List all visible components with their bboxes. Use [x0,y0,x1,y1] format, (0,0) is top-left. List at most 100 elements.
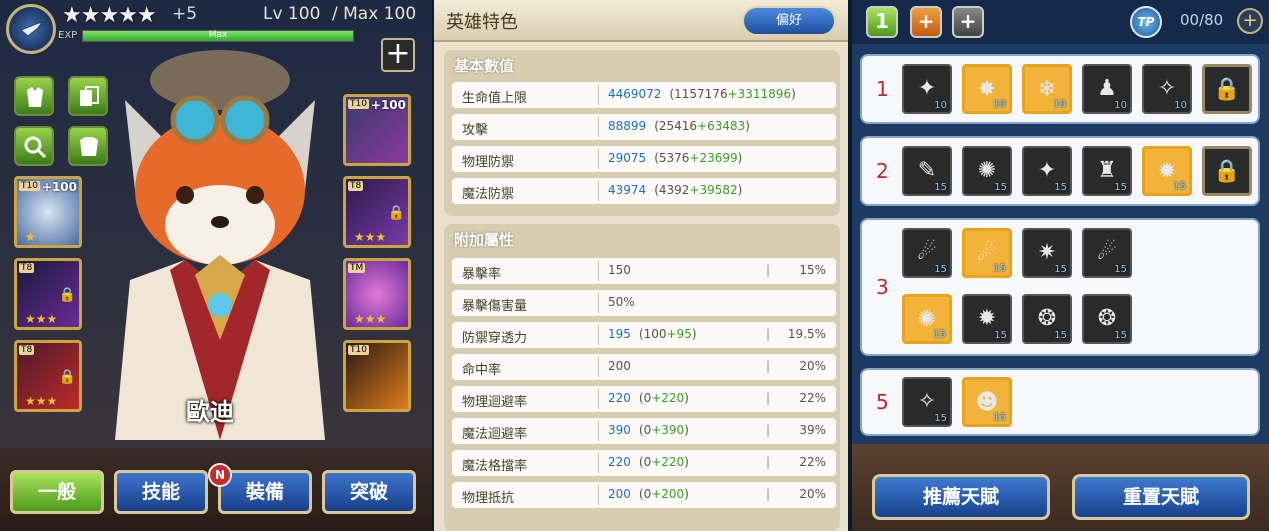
stat-value: 50% [608,295,643,309]
tp-icon: TP [1130,6,1162,38]
skill-level: 15 [993,412,1006,423]
talent-skill[interactable]: ❂ 15 [1022,294,1072,344]
talent-skill[interactable]: ✦ 10 [902,64,952,114]
equipment-tier: T8 [348,181,364,191]
lock-icon: 🔒 [1213,159,1241,184]
hero-stars-bonus: +5 [172,4,198,24]
tab-breakthrough[interactable]: 突破 [322,470,416,514]
tab-skills[interactable]: 技能 [114,470,208,514]
talent-skill[interactable]: ☄ 15 [1082,228,1132,278]
tp-add-button[interactable]: + [1237,8,1263,34]
skill-level: 15 [934,413,947,424]
exp-bar-text: Max [208,30,228,40]
stat-divider [598,261,599,281]
talent-skill[interactable]: ☄ 15 [962,228,1012,278]
talent-skill[interactable]: ✷ 15 [1022,228,1072,278]
equipment-slot[interactable]: T10 +100 [343,94,411,166]
skill-level: 15 [933,329,946,340]
stat-label: 暴擊傷害量 [462,299,528,314]
skill-level: 15 [1054,264,1067,275]
stat-value: 200 (0+200) [608,487,689,501]
stat-label: 暴擊率 [462,267,502,282]
stat-row: 暴擊傷害量 50% [452,290,836,316]
talent-skill[interactable]: ☻ 15 [962,377,1012,427]
talent-skill[interactable]: ✹ 15 [1142,146,1192,196]
talent-row-number: 3 [876,275,889,299]
basic-stats-section: 基本數值 生命值上限 4469072 (1157176+3311896) 攻擊 8889… [444,50,840,216]
stat-value: 43974 (4392+39582) [608,183,742,197]
add-button[interactable]: + [381,38,415,72]
equipment-slot[interactable]: T10 +100 ★ [14,176,82,248]
equipment-slot[interactable]: T8 🔒 ★★★ [14,258,82,330]
reset-talent-button[interactable]: 重置天賦 [1072,474,1250,520]
talent-skill[interactable]: ✧ 10 [1142,64,1192,114]
stat-separator: | [766,487,771,501]
add-slot-button[interactable]: + [952,6,984,38]
stat-main-value: 195 [608,327,631,341]
stat-bonus-value: +63483 [697,119,746,133]
talent-skill[interactable]: ✺ 15 [962,146,1012,196]
hero-portrait [115,50,325,440]
stat-divider [598,421,599,441]
talent-lock-slot[interactable]: 🔒 [1202,64,1252,114]
stat-row: 魔法迴避率 390 (0+390) | 39% [452,418,836,444]
talent-row: 1 ✦ 10 ✸ 10 ❄ 10 ♟ 10 ✧ 10 🔒 [860,54,1260,124]
equipment-slot[interactable]: T10 [343,340,411,412]
equipment-tier: T10 [348,99,369,109]
stat-separator: | [766,391,771,405]
talent-skill[interactable]: ❄ 10 [1022,64,1072,114]
stat-bonus-value: +390 [651,423,685,437]
talent-skill[interactable]: ☄ 15 [902,228,952,278]
preset-1-button[interactable]: 1 [866,6,898,38]
recommend-talent-button[interactable]: 推薦天賦 [872,474,1050,520]
stat-base-value: (0 [638,423,652,437]
stat-bonus-value: +200 [651,487,685,501]
stat-label: 生命值上限 [462,91,528,106]
stat-separator: | [766,327,771,341]
stat-base-value: (0 [638,391,652,405]
talent-skill[interactable]: ✧ 15 [902,377,952,427]
talent-skill[interactable]: ♜ 15 [1082,146,1132,196]
lock-icon: 🔒 [58,369,76,385]
talent-skill[interactable]: ✎ 15 [902,146,952,196]
search-icon[interactable] [14,126,54,166]
stat-value: 195 (100+95) [608,327,697,341]
talent-skill[interactable]: ✦ 15 [1022,146,1072,196]
stat-row: 暴擊率 150 | 15% [452,258,836,284]
equipment-tier: T8 [19,263,35,273]
stat-label: 物理抵抗 [462,491,515,506]
stat-row: 攻擊 88899 (25416+63483) [452,114,836,140]
skill-level: 15 [994,330,1007,341]
talent-skill[interactable]: ✺ 15 [902,294,952,344]
talent-skill[interactable]: ✹ 15 [962,294,1012,344]
stat-label: 攻擊 [462,123,489,138]
stat-base-value: (100 [638,327,667,341]
talent-skill[interactable]: ✸ 10 [962,64,1012,114]
tab-general[interactable]: 一般 [10,470,104,514]
stat-close-paren: ) [684,391,689,405]
stat-main-value: 29075 [608,151,647,165]
talent-skill[interactable]: ❂ 15 [1082,294,1132,344]
equipment-stars: ★★★ [25,394,58,408]
equipment-enhance: +100 [370,98,406,112]
costume-icon[interactable] [14,76,54,116]
preference-button[interactable]: 偏好 [742,6,836,36]
tab-equipment[interactable]: 裝備 [218,470,312,514]
skill-level: 10 [1114,100,1127,111]
talent-lock-slot[interactable]: 🔒 [1202,146,1252,196]
stat-separator: | [766,359,771,373]
equipment-slot[interactable]: T8 🔒 ★★★ [343,176,411,248]
add-preset-button[interactable]: + [910,6,942,38]
skill-level: 15 [993,263,1006,274]
talent-row-number: 1 [876,77,889,101]
stat-percent: 19.5% [787,327,826,341]
hero-name: 歐迪 [186,398,234,426]
equipment-slot[interactable]: T8 🔒 ★★★ [14,340,82,412]
stat-close-paren: ) [745,119,750,133]
equipment-slot[interactable]: TM ★★★ [343,258,411,330]
skill-level: 10 [993,99,1006,110]
stat-label: 物理防禦 [462,155,515,170]
stat-main-value: 220 [608,391,631,405]
talent-skill[interactable]: ♟ 10 [1082,64,1132,114]
stat-label: 物理迴避率 [462,395,528,410]
